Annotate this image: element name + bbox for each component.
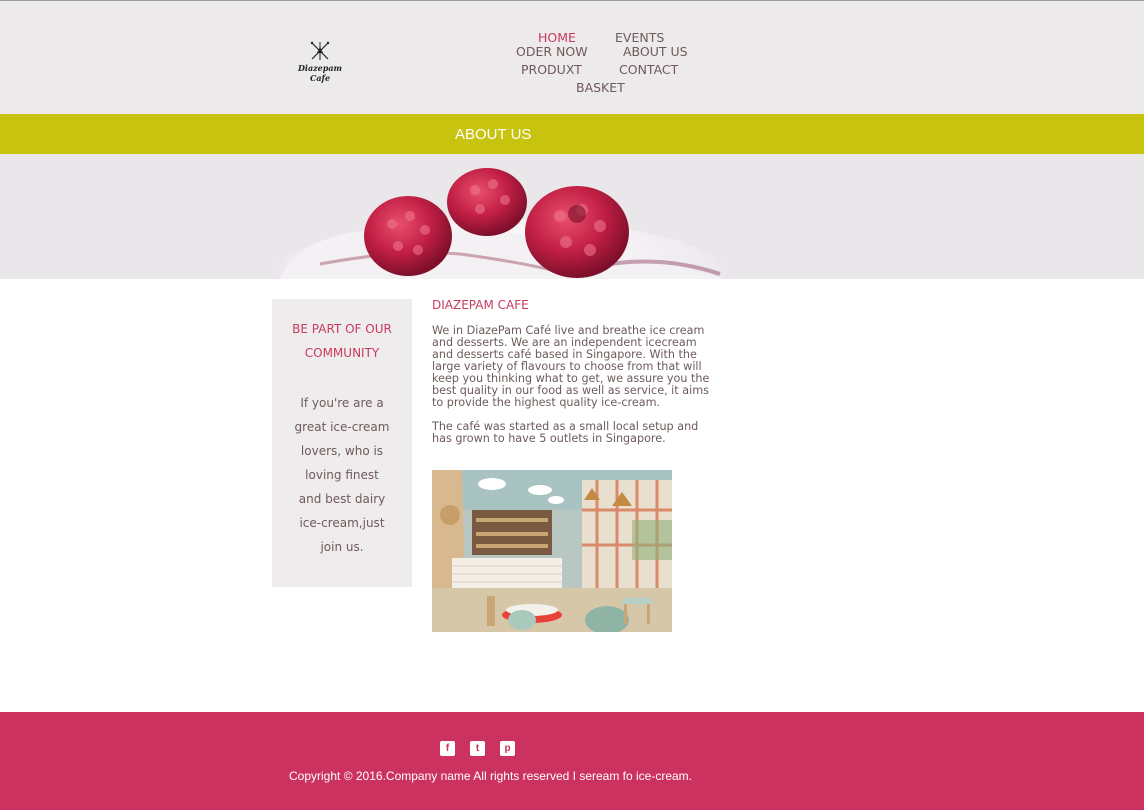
cafe-interior-image	[432, 470, 672, 632]
nav-basket[interactable]: BASKET	[576, 81, 625, 95]
sidebar-heading-line: BE PART OF OUR	[292, 322, 392, 336]
sidebar-text-line: and best dairy	[298, 492, 386, 506]
pinterest-icon[interactable]: p	[500, 741, 515, 756]
crossed-arrows-icon	[310, 41, 330, 60]
page-title: ABOUT US	[455, 126, 532, 143]
nav-events[interactable]: EVENTS	[615, 31, 664, 45]
sidebar-text: If you're are a great ice-cream lovers, …	[282, 391, 402, 559]
sidebar-text-line: loving finest	[305, 468, 379, 482]
nav-contact[interactable]: CONTACT	[619, 63, 678, 77]
sidebar-heading: BE PART OF OUR COMMUNITY	[282, 317, 402, 365]
hero-image	[0, 154, 1144, 279]
about-paragraph: The café was started as a small local se…	[432, 420, 699, 445]
nav-order-now[interactable]: ODER NOW	[516, 45, 588, 59]
about-paragraph: We in DiazePam Café live and breathe ice…	[432, 324, 710, 409]
sidebar-heading-line: COMMUNITY	[304, 346, 380, 360]
nav-home[interactable]: HOME	[538, 31, 576, 45]
logo-text: Diazepam Cafe	[297, 63, 343, 83]
community-sidebar: BE PART OF OUR COMMUNITY If you're are a…	[272, 299, 412, 587]
site-header: Diazepam Cafe HOME EVENTS ODER NOW ABOUT…	[0, 0, 1144, 114]
site-footer: f t p Copyright © 2016.Company name All …	[0, 712, 1144, 810]
nav-about-us[interactable]: ABOUT US	[623, 45, 688, 59]
logo[interactable]: Diazepam Cafe	[293, 41, 347, 83]
sidebar-text-line: lovers, who is	[300, 444, 384, 458]
nav-products[interactable]: PRODUXT	[521, 63, 582, 77]
sidebar-text-line: great ice-cream	[294, 420, 390, 434]
copyright-text: Copyright © 2016.Company name All rights…	[289, 769, 693, 783]
cafe-interior-photo	[432, 470, 672, 632]
sidebar-text-line: If you're are a	[300, 396, 384, 410]
sidebar-text-line: ice-cream,just	[299, 516, 385, 530]
facebook-icon[interactable]: f	[440, 741, 455, 756]
content-title: DIAZEPAM CAFE	[432, 298, 529, 312]
page-title-bar: ABOUT US	[0, 114, 1144, 154]
twitter-icon[interactable]: t	[470, 741, 485, 756]
sidebar-text-line: join us.	[320, 540, 364, 554]
raspberry-dessert-image	[0, 154, 1144, 279]
